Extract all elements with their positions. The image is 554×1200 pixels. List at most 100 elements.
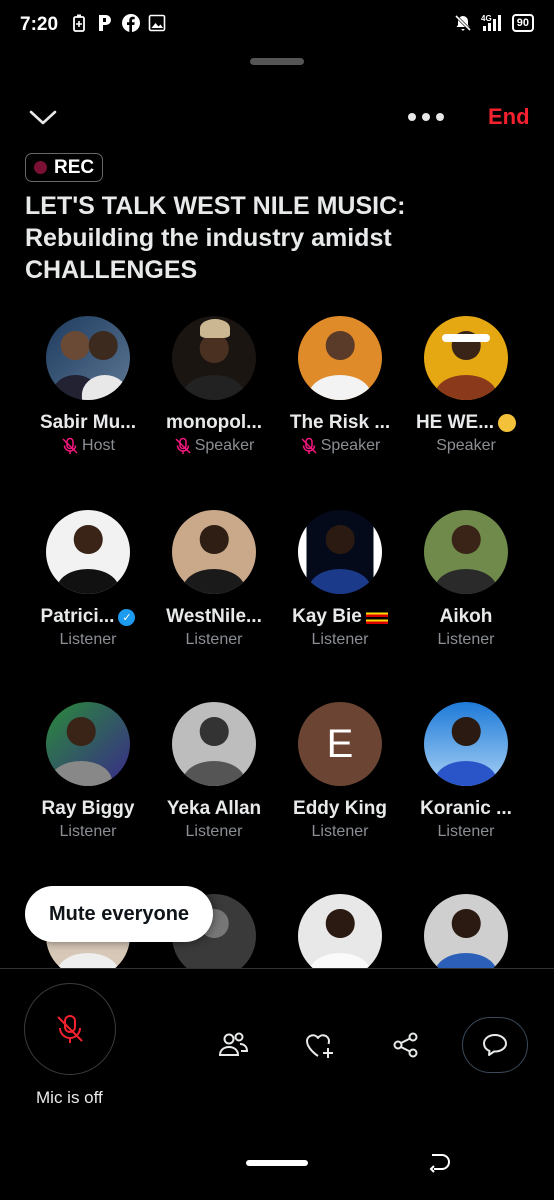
participant-role-label: Speaker [436,437,496,454]
mic-toggle-button[interactable] [24,983,116,1075]
avatar [172,510,256,594]
status-icons-right: 4G 90 [454,14,534,32]
avatar [298,510,382,594]
participant-name: The Risk ... [289,412,391,433]
participant-role-label: Listener [59,823,117,840]
participant-cell[interactable]: Koranic ... Listener [403,702,529,841]
mic-status-label: Mic is off [36,1088,103,1107]
participant-role-label: Listener [185,631,243,648]
participant-name: HE WE... [403,412,529,434]
status-time: 7:20 [20,14,59,35]
participant-cell[interactable]: Kay Bie Listener [277,510,403,649]
participant-name: Patrici... ✓ [25,606,151,628]
participant-role-label: Listener [311,823,369,840]
participants-button[interactable] [213,1025,253,1065]
end-space-button[interactable]: End [488,104,530,130]
share-icon [393,1032,418,1058]
avatar [424,510,508,594]
reaction-button[interactable] [300,1025,340,1065]
speech-bubble-icon [483,1034,507,1056]
participant-role-label: Speaker [194,437,255,454]
participant-cell[interactable] [277,894,403,978]
participant-name-label: HE WE... [415,412,495,433]
participant-cell[interactable]: Yeka Allan Listener [151,702,277,841]
participant-name-label: Patrici... [40,606,115,627]
avatar: E [298,702,382,786]
participant-name: Koranic ... [420,798,512,819]
participant-role-label: Listener [437,823,495,840]
mic-muted-icon [301,437,317,454]
participant-role: Listener [277,823,403,841]
space-title: LET'S TALK WEST NILE MUSIC: Rebuilding t… [25,192,406,284]
participant-name: Aikoh [439,606,493,627]
avatar [298,316,382,400]
avatar [46,316,130,400]
notifications-muted-icon [454,14,472,32]
participant-role-label: Host [82,437,115,454]
recording-badge: REC [25,153,104,182]
participant-cell[interactable] [403,894,529,978]
participant-role-label: Listener [185,823,243,840]
participant-name: Ray Biggy [41,798,135,819]
participant-cell[interactable]: Aikoh Listener [403,510,529,649]
more-options-icon[interactable] [408,106,448,128]
participant-name: Eddy King [293,798,387,819]
mic-muted-icon [62,437,78,454]
participant-role: Listener [403,823,529,841]
uganda-flag-icon [365,610,388,624]
share-button[interactable] [386,1025,426,1065]
status-bar: 7:20 4G 90 [0,0,554,50]
recording-label: REC [54,156,95,178]
avatar [424,316,508,400]
participant-name: monopol... [165,412,263,433]
chat-button[interactable] [462,1017,528,1073]
participant-cell[interactable]: Ray Biggy Listener [25,702,151,841]
status-icons-left [70,14,166,32]
participant-role-label: Listener [59,631,117,648]
participant-role: Listener [277,631,403,649]
participant-role: Listener [25,631,151,649]
mute-everyone-button[interactable]: Mute everyone [25,886,214,942]
participant-cell[interactable]: WestNile... Listener [151,510,277,649]
participant-name: Sabir Mu... [39,412,137,433]
recording-dot-icon [34,161,47,174]
avatar [46,702,130,786]
minimize-chevron-icon[interactable] [28,104,58,130]
participant-cell[interactable]: monopol... Speaker [151,316,277,455]
participant-cell[interactable]: Patrici... ✓ Listener [25,510,151,649]
emoji-person-icon [498,414,517,432]
participant-cell[interactable]: E Eddy King Listener [277,702,403,841]
participant-role-label: Listener [311,631,369,648]
signal-4g-icon: 4G [480,14,504,32]
participant-cell[interactable]: HE WE... Speaker [403,316,529,455]
participant-role: Listener [151,823,277,841]
home-gesture-bar[interactable] [246,1160,308,1166]
facebook-icon [122,14,140,32]
image-icon [148,14,166,32]
verified-badge-icon: ✓ [118,608,136,626]
back-gesture-icon[interactable] [428,1150,454,1176]
participant-cell[interactable]: The Risk ... Speaker [277,316,403,455]
avatar [46,510,130,594]
avatar [172,316,256,400]
avatar [172,702,256,786]
participant-role-label: Speaker [320,437,381,454]
heart-plus-icon [306,1034,333,1058]
participant-name-label: Kay Bie [292,606,362,627]
people-icon [218,1032,248,1056]
participant-role-label: Listener [437,631,495,648]
participant-cell[interactable]: Sabir Mu... Host [25,316,151,455]
participant-role: Speaker [403,437,529,455]
network-type-label: 4G [481,14,492,23]
participant-name: WestNile... [166,606,262,627]
avatar-initial: E [326,721,354,766]
avatar [424,702,508,786]
participant-role: Listener [151,631,277,649]
sheet-drag-handle[interactable] [250,58,304,65]
participant-name: Yeka Allan [166,798,262,819]
avatar [424,894,508,978]
battery-saver-icon [70,14,88,32]
participant-role: Speaker [277,437,403,455]
participant-role: Speaker [151,437,277,455]
mic-muted-icon [175,437,191,454]
